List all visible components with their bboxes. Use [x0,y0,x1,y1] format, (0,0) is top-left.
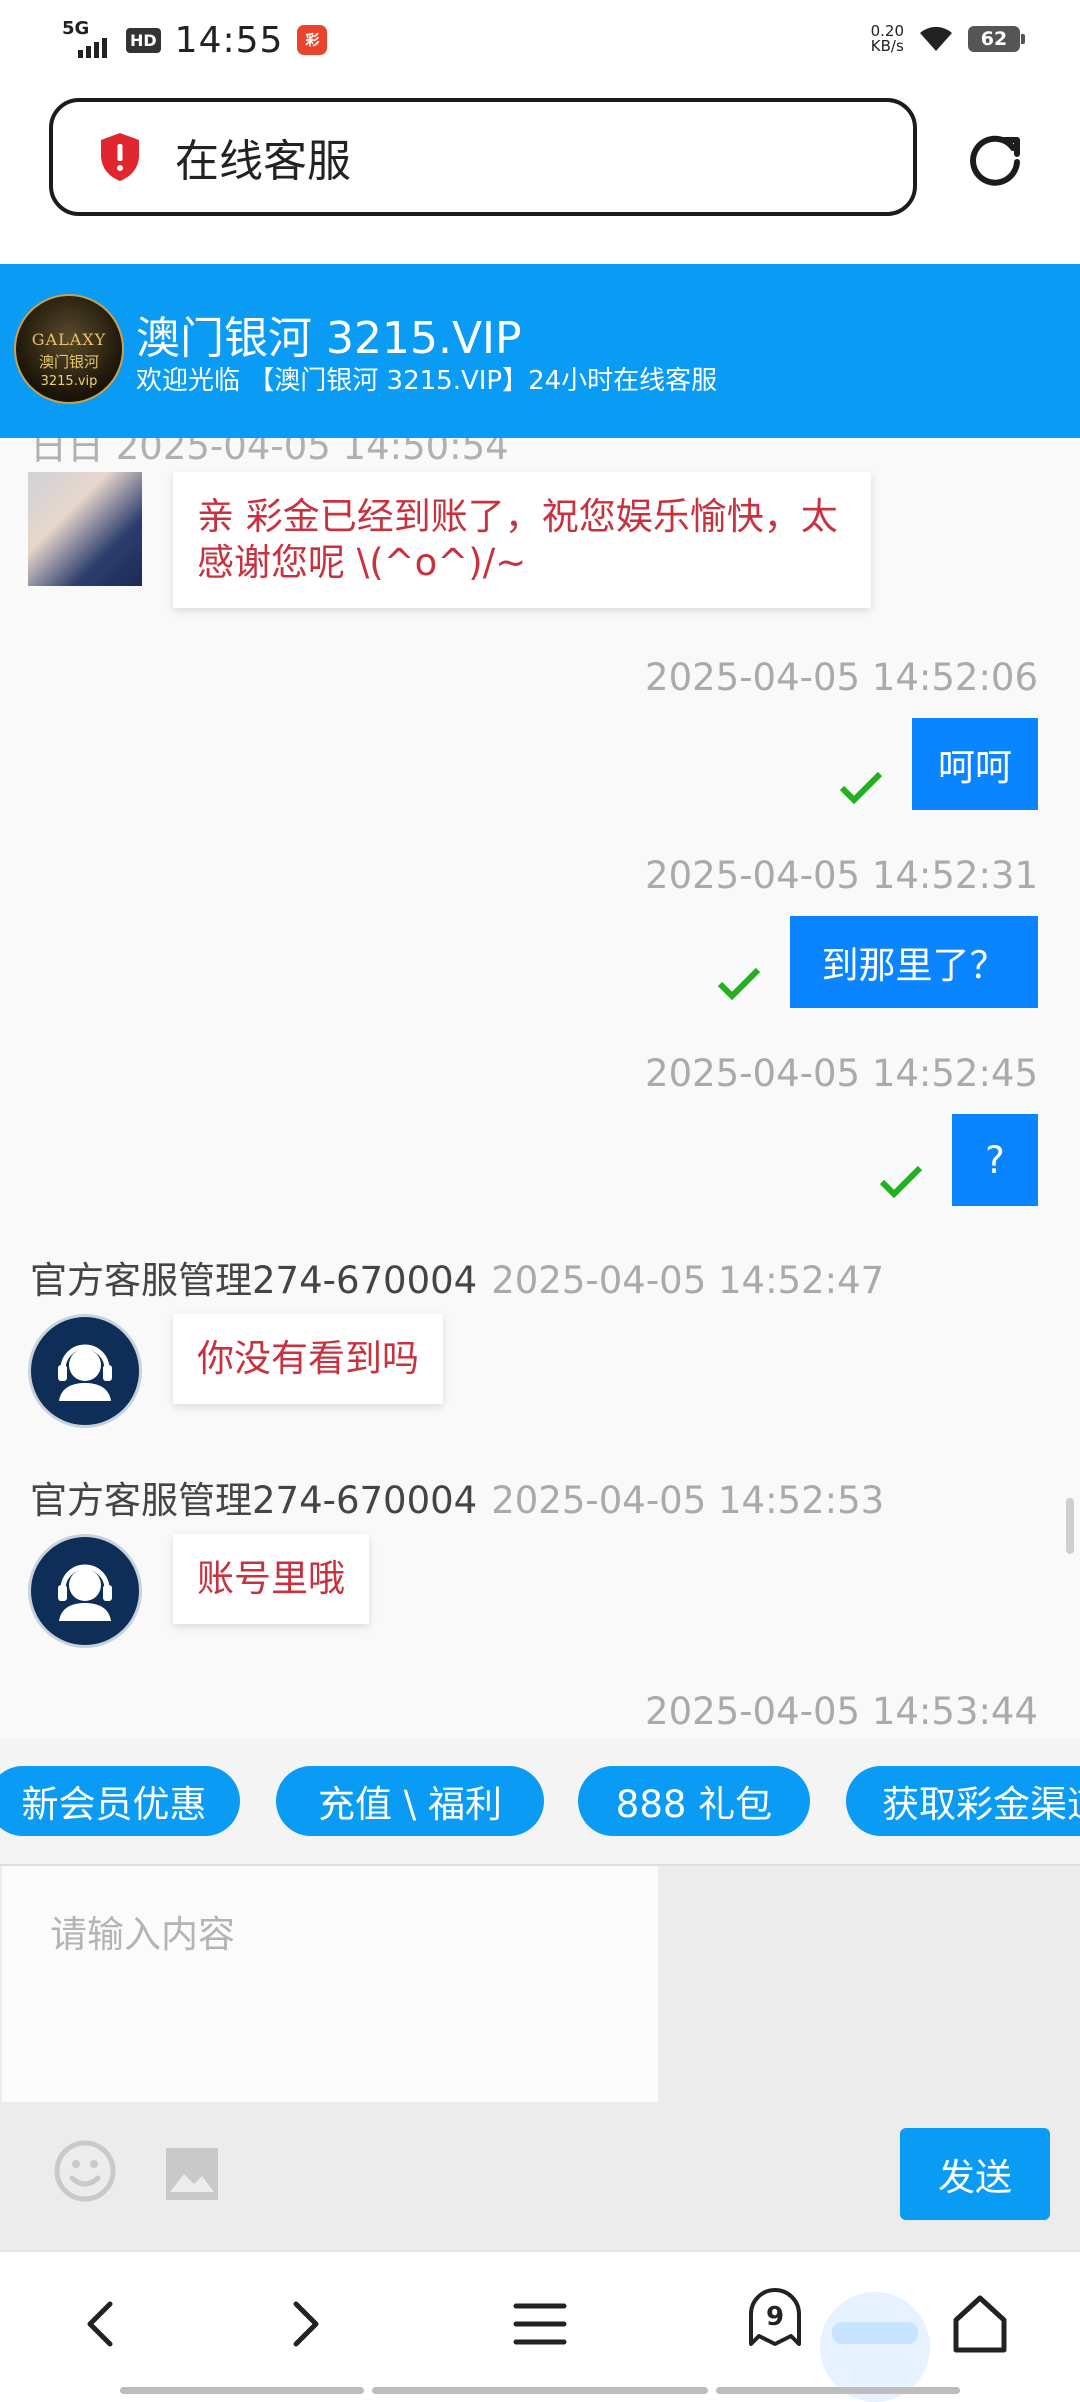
message-input[interactable] [2,1866,658,2102]
message-bubble-incoming: 账号里哦 [173,1534,369,1624]
sender-name: 官方客服管理274-670004 [30,1479,478,1522]
read-check-icon [879,1165,923,1198]
message-bubble-outgoing: 呵呵 [912,718,1038,810]
gesture-bar-center [372,2387,708,2394]
url-text: 在线客服 [175,136,351,187]
sender-line: 官方客服管理274-670004 2025-04-05 14:52:47 [30,1250,884,1304]
read-check-icon [717,967,761,1000]
scrollbar-thumb[interactable] [1066,1498,1074,1554]
message-timestamp: 2025-04-05 14:52:53 [491,1479,885,1522]
quick-reply-chip[interactable]: 充值 \ 福利 [276,1766,544,1836]
composer: 发送 [0,1864,1080,2252]
site-subtitle: 欢迎光临 【澳门银河 3215.VIP】24小时在线客服 [136,366,718,396]
image-icon[interactable] [164,2146,220,2202]
url-bar[interactable]: 在线客服 [49,98,917,216]
message-bubble-outgoing: 到那里了？ [790,916,1038,1008]
chat-header: GALAXY 澳门银河 3215.vip 澳门银河 3215.VIP 欢迎光临 … [0,264,1080,438]
reload-icon[interactable] [963,128,1027,192]
gesture-bar-left [120,2387,364,2394]
quick-reply-chip[interactable]: 获取彩金渠道 [846,1766,1080,1836]
send-button[interactable]: 发送 [900,2128,1050,2220]
message-list[interactable]: 日日 2025-04-05 14:50:54 亲 彩金已经到账了，祝您娱乐愉快，… [0,438,1080,1738]
tab-count-label: 9 [765,2302,785,2332]
quick-reply-chip[interactable]: 888 礼包 [578,1766,810,1836]
quick-reply-bar: 新会员优惠 充值 \ 福利 888 礼包 获取彩金渠道 [0,1738,1080,1864]
cellular-signal-icon: 5G [62,18,112,62]
message-timestamp: 2025-04-05 14:53:44 [645,1690,1038,1733]
site-logo: GALAXY 澳门银河 3215.vip [14,294,124,404]
forward-icon[interactable] [272,2292,336,2356]
menu-icon[interactable] [508,2292,572,2356]
agent-avatar [28,1314,142,1428]
message-bubble-incoming: 亲 彩金已经到账了，祝您娱乐愉快，太感谢您呢 \(^o^)/~ [173,472,871,608]
browser-toolbar: 9 [0,2250,1080,2402]
sender-name: 官方客服管理274-670004 [30,1259,478,1302]
network-speed: 0.20 KB/s [870,22,904,55]
message-timestamp: 2025-04-05 14:52:06 [645,656,1038,699]
notification-app-icon: 彩 [297,25,328,55]
message-timestamp: 日日 2025-04-05 14:50:54 [30,438,509,468]
emoji-icon[interactable] [52,2138,118,2204]
floating-assistant-icon[interactable] [800,2282,950,2402]
read-check-icon [839,771,883,804]
hd-badge: HD [126,27,161,53]
headset-agent-icon [58,1564,112,1621]
message-bubble-incoming: 你没有看到吗 [173,1314,443,1404]
message-timestamp: 2025-04-05 14:52:47 [491,1259,885,1302]
tabs-button[interactable]: 9 [745,2286,805,2348]
headset-agent-icon [58,1344,112,1401]
shield-icon[interactable] [97,131,143,183]
message-timestamp: 2025-04-05 14:52:45 [645,1052,1038,1095]
wifi-icon [920,26,952,51]
site-title: 澳门银河 3215.VIP [136,313,522,364]
agent-avatar [28,1534,142,1648]
clock: 14:55 [174,19,284,61]
sender-line: 官方客服管理274-670004 2025-04-05 14:52:53 [30,1470,884,1524]
status-bar: 5G HD 14:55 彩 0.20 KB/s 62 [0,0,1080,84]
home-icon[interactable] [948,2292,1012,2356]
back-icon[interactable] [70,2292,134,2356]
quick-reply-chip[interactable]: 新会员优惠 [0,1766,240,1836]
message-timestamp: 2025-04-05 14:52:31 [645,854,1038,897]
gesture-bar-right [716,2387,960,2394]
browser-address-area: 在线客服 [0,84,1080,264]
battery-indicator: 62 [968,26,1025,52]
message-bubble-outgoing: ? [952,1114,1038,1206]
avatar [28,472,142,586]
